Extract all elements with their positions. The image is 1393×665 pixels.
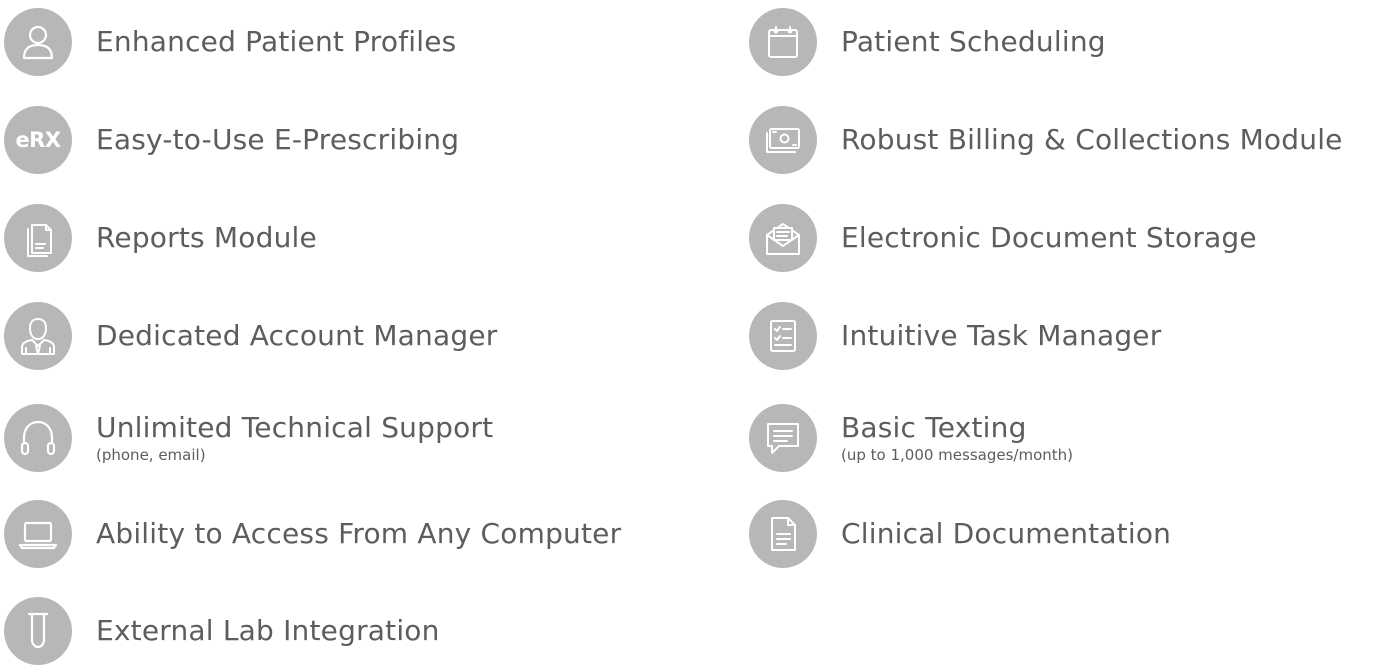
erx-icon-text: eRX (15, 128, 61, 152)
feature-label: Patient Scheduling (841, 24, 1106, 58)
documents-icon (4, 204, 72, 272)
feature-label: Dedicated Account Manager (96, 318, 498, 352)
account-manager-icon (4, 302, 72, 370)
feature-item: Basic Texting (up to 1,000 messages/mont… (749, 402, 1073, 474)
feature-item: Dedicated Account Manager (4, 300, 497, 372)
checklist-icon (749, 302, 817, 370)
feature-label: Unlimited Technical Support (96, 410, 494, 444)
feature-item: Ability to Access From Any Computer (4, 498, 621, 570)
feature-label: Robust Billing & Collections Module (841, 122, 1343, 156)
erx-icon: eRX (4, 106, 72, 174)
feature-item: Enhanced Patient Profiles (4, 6, 456, 78)
feature-item: Intuitive Task Manager (749, 300, 1161, 372)
headphones-icon (4, 404, 72, 472)
feature-label: Intuitive Task Manager (841, 318, 1162, 352)
envelope-icon (749, 204, 817, 272)
feature-label: Basic Texting (841, 410, 1027, 444)
feature-item: Reports Module (4, 202, 317, 274)
feature-label: Electronic Document Storage (841, 220, 1257, 254)
feature-item: Clinical Documentation (749, 498, 1171, 570)
feature-label: Clinical Documentation (841, 516, 1172, 550)
feature-item: Electronic Document Storage (749, 202, 1257, 274)
feature-label: Easy-to-Use E-Prescribing (96, 122, 460, 156)
user-icon (4, 8, 72, 76)
feature-label: Reports Module (96, 220, 317, 254)
feature-item: Unlimited Technical Support (phone, emai… (4, 402, 493, 474)
feature-item: Patient Scheduling (749, 6, 1106, 78)
feature-item: eRX Easy-to-Use E-Prescribing (4, 104, 459, 176)
feature-sublabel: (up to 1,000 messages/month) (841, 446, 1074, 465)
feature-item: External Lab Integration (4, 595, 440, 665)
laptop-icon (4, 500, 72, 568)
feature-label: Ability to Access From Any Computer (96, 516, 622, 550)
test-tube-icon (4, 597, 72, 665)
feature-label: Enhanced Patient Profiles (96, 24, 457, 58)
feature-item: Robust Billing & Collections Module (749, 104, 1343, 176)
chat-icon (749, 404, 817, 472)
money-icon (749, 106, 817, 174)
feature-label: External Lab Integration (96, 613, 440, 647)
calendar-icon (749, 8, 817, 76)
document-icon (749, 500, 817, 568)
feature-sublabel: (phone, email) (96, 446, 206, 465)
